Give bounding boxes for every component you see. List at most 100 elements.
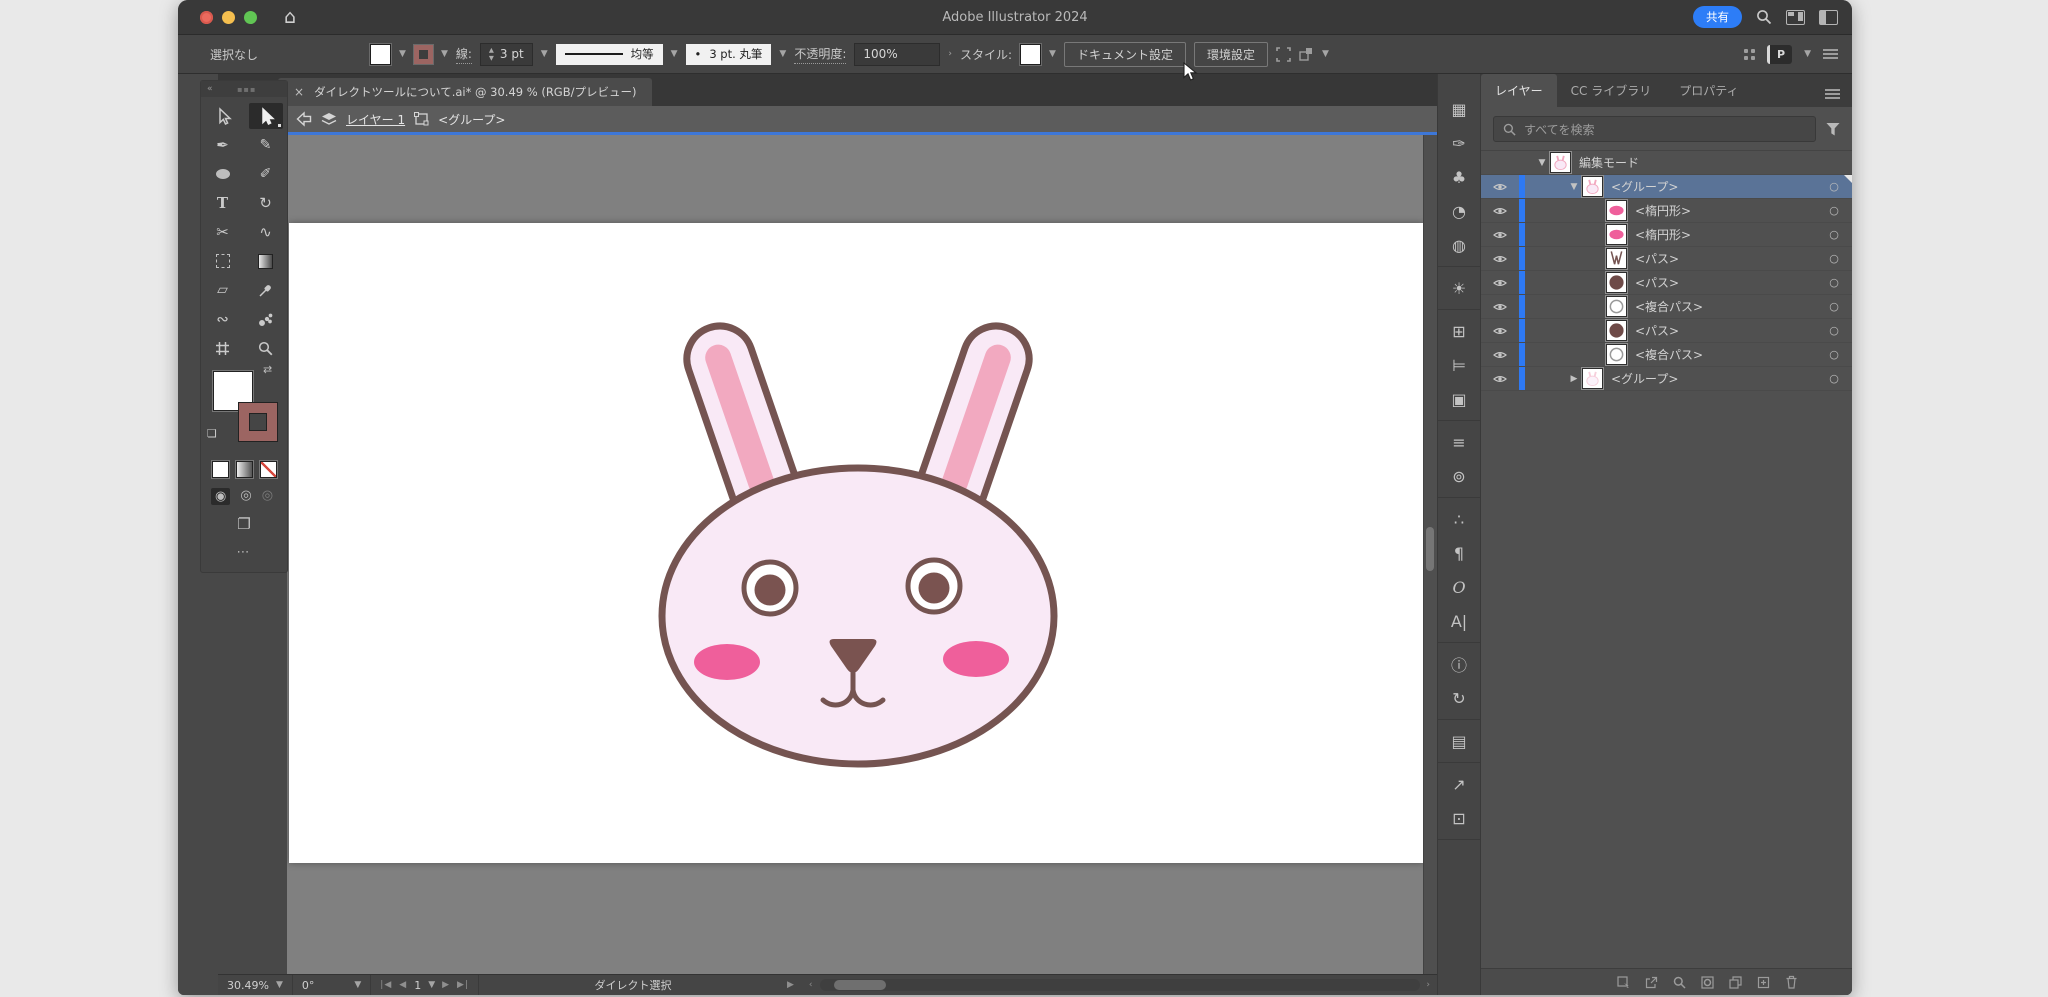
target-circle-icon[interactable]: ○ <box>1816 324 1852 337</box>
target-circle-icon[interactable]: ○ <box>1816 180 1852 193</box>
expand-chevron-icon[interactable]: ▼ <box>1565 182 1583 192</box>
fill-color-swatch[interactable] <box>370 44 391 65</box>
scroll-left-icon[interactable]: ‹ <box>809 980 814 990</box>
menu-icon[interactable] <box>1823 49 1838 59</box>
close-window-button[interactable] <box>200 11 213 24</box>
pathfinder-panel-icon[interactable]: ▣ <box>1438 382 1480 416</box>
make-clip-mask-icon[interactable] <box>1701 976 1714 989</box>
layer-thumbnail[interactable] <box>1551 153 1570 172</box>
actions-panel-icon[interactable]: ↻ <box>1438 681 1480 715</box>
layer-label[interactable]: <グループ> <box>1611 178 1816 195</box>
layer-thumbnail[interactable] <box>1607 297 1626 316</box>
layer-label[interactable]: <パス> <box>1635 274 1816 291</box>
breadcrumb-layer[interactable]: レイヤー 1 <box>346 111 405 128</box>
artboard-tool[interactable] <box>206 335 240 361</box>
stroke-stepper[interactable]: ▲▼ <box>489 47 494 61</box>
panel-tab-2[interactable]: プロパティ <box>1665 74 1752 107</box>
layer-row-0[interactable]: ▼ 編集モード <box>1481 151 1852 175</box>
rotate-tool[interactable]: ↻ <box>249 190 283 216</box>
symbols-panel-icon[interactable]: ♣ <box>1438 160 1480 194</box>
paintbrush-tool[interactable]: ✐ <box>249 161 283 187</box>
appearance-panel-icon[interactable]: ☀ <box>1438 271 1480 305</box>
panel-menu-icon[interactable] <box>1825 89 1840 99</box>
rotation-value[interactable]: 0° <box>302 979 315 992</box>
panel-layout-icon[interactable] <box>1819 10 1838 25</box>
target-circle-icon[interactable]: ○ <box>1816 204 1852 217</box>
panel-tab-0[interactable]: レイヤー <box>1481 74 1557 107</box>
opacity-expand-icon[interactable]: › <box>948 49 952 59</box>
default-fill-stroke-icon[interactable]: ❏ <box>207 427 217 440</box>
target-circle-icon[interactable]: ○ <box>1816 252 1852 265</box>
swap-fill-stroke-icon[interactable]: ⇄ <box>263 363 272 376</box>
layer-thumbnail[interactable] <box>1607 273 1626 292</box>
selection-tool[interactable] <box>206 103 240 129</box>
document-info-panel-icon[interactable]: ⓘ <box>1438 647 1480 681</box>
share-button[interactable]: 共有 <box>1693 6 1742 28</box>
zoom-tool[interactable] <box>249 335 283 361</box>
curvature-tool[interactable]: ✎ <box>249 132 283 158</box>
layer-row-3[interactable]: <楕円形>○ <box>1481 223 1852 247</box>
visibility-eye-icon[interactable] <box>1481 254 1519 264</box>
layer-thumbnail[interactable] <box>1607 225 1626 244</box>
symbol-sprayer-tool[interactable] <box>249 306 283 332</box>
stroke-dropdown-icon[interactable]: ▼ <box>441 49 448 59</box>
edit-toolbar-ellipsis[interactable]: ⋯ <box>201 545 287 560</box>
layer-row-5[interactable]: <パス>○ <box>1481 271 1852 295</box>
home-icon[interactable]: ⌂ <box>284 8 296 27</box>
visibility-eye-icon[interactable] <box>1481 230 1519 240</box>
shear-tool[interactable]: ▱ <box>206 277 240 303</box>
visibility-eye-icon[interactable] <box>1481 302 1519 312</box>
visibility-eye-icon[interactable] <box>1481 278 1519 288</box>
color-mode-button[interactable] <box>212 461 229 478</box>
direct-selection-tool[interactable] <box>249 103 283 129</box>
layer-label[interactable]: <楕円形> <box>1635 226 1816 243</box>
gradient-panel-icon[interactable]: ◔ <box>1438 194 1480 228</box>
panel-grip[interactable]: ▪▪▪ <box>237 85 256 94</box>
layer-label[interactable]: <楕円形> <box>1635 202 1816 219</box>
stroke-swatch[interactable] <box>239 403 277 441</box>
document-tab[interactable]: × ダイレクトツールについて.ai* @ 30.49 % (RGB/プレビュー) <box>278 78 652 106</box>
layer-thumbnail[interactable] <box>1583 369 1602 388</box>
layer-thumbnail[interactable] <box>1583 177 1602 196</box>
expand-chevron-icon[interactable]: ▶ <box>1565 374 1583 384</box>
visibility-eye-icon[interactable] <box>1481 206 1519 216</box>
zoom-dropdown-icon[interactable]: ▼ <box>276 980 283 990</box>
first-artboard-button[interactable]: |◀ <box>380 980 392 990</box>
stroke-profile-select[interactable]: 均等 <box>556 44 663 65</box>
workspace-button[interactable]: P <box>1767 45 1792 64</box>
selection-bounds-icon[interactable] <box>1276 47 1291 62</box>
layer-row-4[interactable]: <パス>○ <box>1481 247 1852 271</box>
layer-label[interactable]: 編集モード <box>1579 154 1816 171</box>
opacity-field[interactable]: 100% <box>854 43 940 66</box>
layer-thumbnail[interactable] <box>1607 345 1626 364</box>
rotation-dropdown-icon[interactable]: ▼ <box>354 980 361 990</box>
asset-export-panel-icon[interactable]: ⊡ <box>1438 801 1480 835</box>
target-circle-icon[interactable]: ○ <box>1816 228 1852 241</box>
layer-thumbnail[interactable] <box>1607 321 1626 340</box>
layer-row-2[interactable]: <楕円形>○ <box>1481 199 1852 223</box>
collapse-panel-icon[interactable]: « <box>207 84 213 94</box>
back-arrow-icon[interactable] <box>296 112 312 126</box>
delete-icon[interactable] <box>1785 975 1798 989</box>
layer-label[interactable]: <パス> <box>1635 250 1816 267</box>
stroke-label[interactable]: 線: <box>456 45 472 64</box>
visibility-eye-icon[interactable] <box>1481 182 1519 192</box>
canvas-viewport[interactable] <box>287 135 1437 975</box>
brushes-panel-icon[interactable]: ✑ <box>1438 126 1480 160</box>
expand-chevron-icon[interactable]: ▼ <box>1533 158 1551 168</box>
isolate-dropdown-icon[interactable]: ▼ <box>1322 49 1329 59</box>
minimize-window-button[interactable] <box>222 11 235 24</box>
stroke-weight-field[interactable]: ▲▼3 pt <box>480 43 533 66</box>
layer-row-6[interactable]: <複合パス>○ <box>1481 295 1852 319</box>
new-layer-icon[interactable] <box>1757 976 1770 989</box>
export-panel-icon[interactable]: ↗ <box>1438 767 1480 801</box>
character-panel-icon[interactable]: A| <box>1438 604 1480 638</box>
prev-artboard-button[interactable]: ◀ <box>399 980 407 990</box>
style-swatch[interactable] <box>1020 44 1041 65</box>
artboards-panel-icon[interactable]: ▤ <box>1438 724 1480 758</box>
close-tab-icon[interactable]: × <box>294 85 304 99</box>
layer-label[interactable]: <複合パス> <box>1635 346 1816 363</box>
stroke-color-swatch[interactable] <box>414 45 433 64</box>
layer-row-9[interactable]: ▶<グループ>○ <box>1481 367 1852 391</box>
none-mode-button[interactable] <box>260 461 277 478</box>
